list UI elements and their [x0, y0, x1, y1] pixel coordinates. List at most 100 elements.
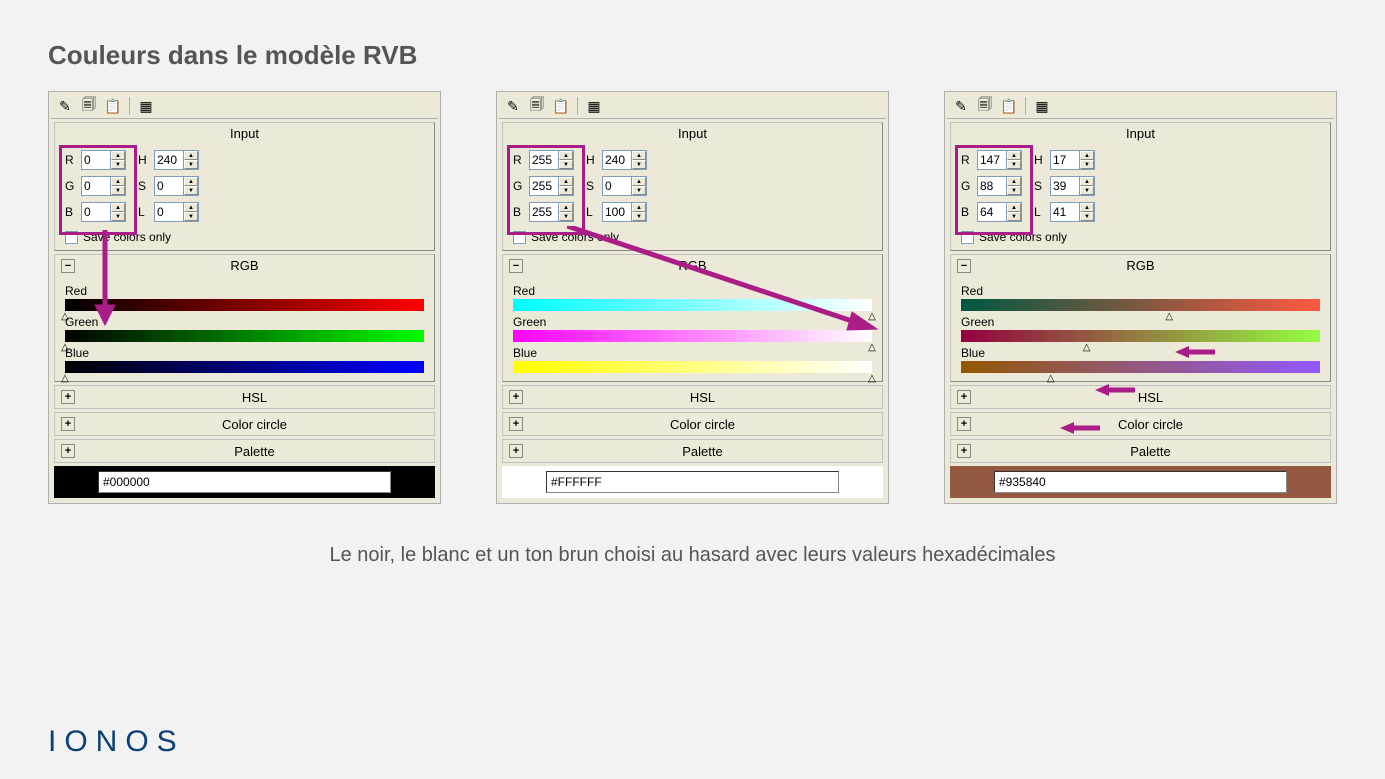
- h-input[interactable]: [603, 151, 631, 169]
- expand-icon[interactable]: +: [509, 390, 523, 404]
- step-down-icon[interactable]: ▼: [1007, 160, 1021, 169]
- collapse-button[interactable]: −: [957, 259, 971, 273]
- l-spinner[interactable]: ▲▼: [154, 202, 199, 222]
- blue-slider[interactable]: [961, 361, 1320, 373]
- l-stepper[interactable]: ▲▼: [183, 203, 198, 221]
- green-marker-icon[interactable]: [61, 342, 69, 353]
- paste-icon[interactable]: 📋: [999, 96, 1019, 116]
- copy-icon[interactable]: 🗐: [79, 96, 99, 116]
- step-up-icon[interactable]: ▲: [559, 203, 573, 212]
- r-stepper[interactable]: ▲▼: [1006, 151, 1021, 169]
- l-input[interactable]: [155, 203, 183, 221]
- red-slider[interactable]: [513, 299, 872, 311]
- copy-icon[interactable]: 🗐: [975, 96, 995, 116]
- step-up-icon[interactable]: ▲: [1080, 177, 1094, 186]
- blue-marker-icon[interactable]: [61, 373, 69, 384]
- save-colors-checkbox[interactable]: [513, 231, 526, 244]
- grid-icon[interactable]: ▦: [1032, 96, 1052, 116]
- step-up-icon[interactable]: ▲: [184, 177, 198, 186]
- b-input[interactable]: [530, 203, 558, 221]
- collapse-button[interactable]: −: [61, 259, 75, 273]
- s-input[interactable]: [155, 177, 183, 195]
- r-stepper[interactable]: ▲▼: [558, 151, 573, 169]
- step-up-icon[interactable]: ▲: [1007, 177, 1021, 186]
- hex-field[interactable]: [546, 471, 839, 493]
- grid-icon[interactable]: ▦: [136, 96, 156, 116]
- expand-icon[interactable]: +: [957, 390, 971, 404]
- red-marker-icon[interactable]: [61, 311, 69, 322]
- hsl-collapsed[interactable]: + HSL: [502, 385, 883, 409]
- h-input[interactable]: [1051, 151, 1079, 169]
- hsl-collapsed[interactable]: + HSL: [54, 385, 435, 409]
- blue-slider[interactable]: [65, 361, 424, 373]
- step-up-icon[interactable]: ▲: [1080, 151, 1094, 160]
- l-stepper[interactable]: ▲▼: [1079, 203, 1094, 221]
- g-stepper[interactable]: ▲▼: [558, 177, 573, 195]
- paste-icon[interactable]: 📋: [103, 96, 123, 116]
- s-stepper[interactable]: ▲▼: [183, 177, 198, 195]
- red-slider[interactable]: [65, 299, 424, 311]
- r-input[interactable]: [530, 151, 558, 169]
- collapse-button[interactable]: −: [509, 259, 523, 273]
- eyedropper-icon[interactable]: ✎: [55, 96, 75, 116]
- r-input[interactable]: [978, 151, 1006, 169]
- g-spinner[interactable]: ▲▼: [81, 176, 126, 196]
- h-spinner[interactable]: ▲▼: [602, 150, 647, 170]
- step-down-icon[interactable]: ▼: [559, 160, 573, 169]
- step-up-icon[interactable]: ▲: [632, 177, 646, 186]
- step-down-icon[interactable]: ▼: [111, 160, 125, 169]
- colorcircle-collapsed[interactable]: + Color circle: [950, 412, 1331, 436]
- step-down-icon[interactable]: ▼: [632, 186, 646, 195]
- l-spinner[interactable]: ▲▼: [1050, 202, 1095, 222]
- expand-icon[interactable]: +: [957, 444, 971, 458]
- l-input[interactable]: [603, 203, 631, 221]
- save-colors-checkbox[interactable]: [961, 231, 974, 244]
- green-slider[interactable]: [961, 330, 1320, 342]
- h-spinner[interactable]: ▲▼: [1050, 150, 1095, 170]
- expand-icon[interactable]: +: [61, 444, 75, 458]
- step-up-icon[interactable]: ▲: [632, 151, 646, 160]
- step-up-icon[interactable]: ▲: [1007, 151, 1021, 160]
- step-up-icon[interactable]: ▲: [184, 151, 198, 160]
- g-input[interactable]: [978, 177, 1006, 195]
- s-stepper[interactable]: ▲▼: [1079, 177, 1094, 195]
- b-spinner[interactable]: ▲▼: [977, 202, 1022, 222]
- g-stepper[interactable]: ▲▼: [1006, 177, 1021, 195]
- green-marker-icon[interactable]: [1083, 342, 1091, 353]
- g-input[interactable]: [530, 177, 558, 195]
- step-down-icon[interactable]: ▼: [1007, 186, 1021, 195]
- h-stepper[interactable]: ▲▼: [183, 151, 198, 169]
- l-stepper[interactable]: ▲▼: [631, 203, 646, 221]
- step-up-icon[interactable]: ▲: [111, 203, 125, 212]
- g-spinner[interactable]: ▲▼: [977, 176, 1022, 196]
- step-up-icon[interactable]: ▲: [1007, 203, 1021, 212]
- hex-field[interactable]: [994, 471, 1287, 493]
- blue-marker-icon[interactable]: [1047, 373, 1055, 384]
- green-slider[interactable]: [513, 330, 872, 342]
- expand-icon[interactable]: +: [509, 417, 523, 431]
- paste-icon[interactable]: 📋: [551, 96, 571, 116]
- b-spinner[interactable]: ▲▼: [81, 202, 126, 222]
- red-marker-icon[interactable]: [1165, 311, 1173, 322]
- r-spinner[interactable]: ▲▼: [977, 150, 1022, 170]
- red-slider[interactable]: [961, 299, 1320, 311]
- b-stepper[interactable]: ▲▼: [558, 203, 573, 221]
- green-marker-icon[interactable]: [868, 342, 876, 353]
- grid-icon[interactable]: ▦: [584, 96, 604, 116]
- expand-icon[interactable]: +: [61, 417, 75, 431]
- step-down-icon[interactable]: ▼: [1080, 186, 1094, 195]
- step-up-icon[interactable]: ▲: [1080, 203, 1094, 212]
- step-up-icon[interactable]: ▲: [559, 151, 573, 160]
- palette-collapsed[interactable]: + Palette: [502, 439, 883, 463]
- palette-collapsed[interactable]: + Palette: [950, 439, 1331, 463]
- r-input[interactable]: [82, 151, 110, 169]
- h-input[interactable]: [155, 151, 183, 169]
- copy-icon[interactable]: 🗐: [527, 96, 547, 116]
- s-input[interactable]: [1051, 177, 1079, 195]
- s-input[interactable]: [603, 177, 631, 195]
- hsl-collapsed[interactable]: + HSL: [950, 385, 1331, 409]
- blue-marker-icon[interactable]: [868, 373, 876, 384]
- s-spinner[interactable]: ▲▼: [1050, 176, 1095, 196]
- g-input[interactable]: [82, 177, 110, 195]
- step-down-icon[interactable]: ▼: [184, 212, 198, 221]
